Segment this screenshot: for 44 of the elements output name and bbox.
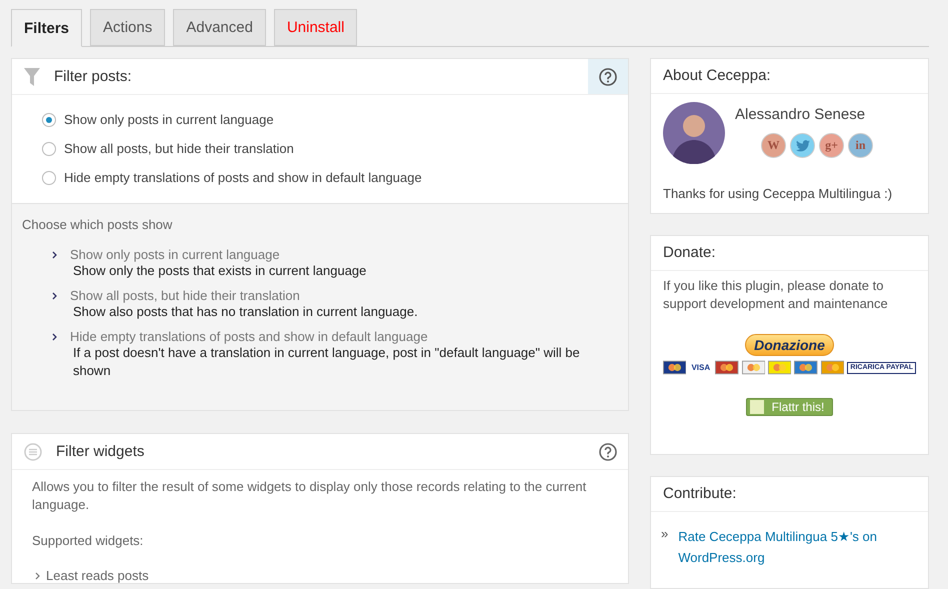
help-description: If a post doesn't have a translation in current language, post in "default language" will be shown xyxy=(72,344,581,380)
rate-link[interactable]: Rate Ceceppa Multilingua 5★'s on WordPress.org xyxy=(678,526,918,568)
tab[interactable]: Filters xyxy=(11,9,82,47)
radio-button[interactable] xyxy=(42,112,56,126)
panel-description: Allows you to filter the result of some widgets to display only those records relating to the current language. xyxy=(32,478,588,514)
help-term: Hide empty translations of posts and show in default language xyxy=(70,329,429,344)
card-title: Contribute: xyxy=(651,477,928,512)
radio-label[interactable]: Show only posts in current language xyxy=(64,112,274,127)
avatar xyxy=(663,102,725,164)
chevron-icon xyxy=(35,572,40,580)
radio-label[interactable]: Hide empty translations of posts and show in default language xyxy=(64,170,422,185)
list-icon xyxy=(24,442,42,460)
chevron-icon xyxy=(52,333,57,341)
help-intro: Choose which posts show xyxy=(22,217,174,232)
widget-name: Least reads posts xyxy=(46,568,149,583)
panel-title: Filter posts: xyxy=(54,68,133,85)
card-logo: VISA xyxy=(689,362,712,372)
chevron-icon xyxy=(52,292,57,300)
help-icon xyxy=(599,68,617,86)
help-term: Show only posts in current language xyxy=(70,247,281,262)
tab[interactable]: Actions xyxy=(90,9,166,46)
donate-button[interactable]: Donazione xyxy=(745,334,834,356)
panel-title: Filter widgets xyxy=(56,443,146,460)
social-link[interactable] xyxy=(790,133,815,158)
help-description: Show only the posts that exists in current language xyxy=(72,262,366,280)
radio-button[interactable] xyxy=(42,142,56,156)
funnel-icon xyxy=(24,68,40,86)
help-button[interactable] xyxy=(588,59,628,94)
help-icon[interactable] xyxy=(599,442,617,460)
tab[interactable]: Advanced xyxy=(173,9,266,46)
supported-label: Supported widgets: xyxy=(32,532,144,550)
bullet: » xyxy=(661,526,668,543)
chevron-icon xyxy=(52,251,57,259)
bird-icon xyxy=(796,140,810,152)
radio-label[interactable]: Show all posts, but hide their translation xyxy=(64,141,294,156)
help-term: Show all posts, but hide their translation xyxy=(70,288,301,303)
radio-button[interactable] xyxy=(42,170,56,184)
card-title: About Ceceppa: xyxy=(651,59,928,94)
tab[interactable]: Uninstall xyxy=(274,9,358,46)
help-description: Show also posts that has no translation in current language. xyxy=(72,303,418,321)
card-title: Donate: xyxy=(651,236,928,271)
thanks-text: Thanks for using Ceceppa Multilingua :) xyxy=(663,186,894,201)
donate-text: If you like this plugin, please donate to support development and maintenance xyxy=(663,277,889,313)
author-name: Alessandro Senese xyxy=(735,106,866,123)
